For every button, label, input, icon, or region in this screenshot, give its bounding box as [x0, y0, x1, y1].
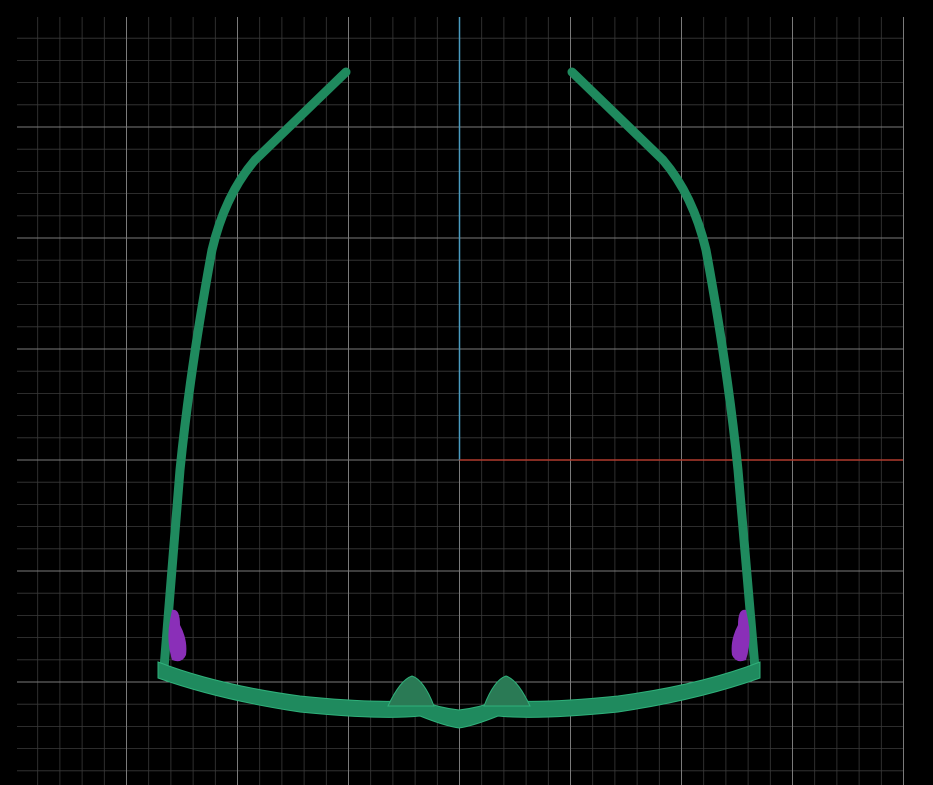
right-nose-pad[interactable] — [483, 675, 531, 707]
3d-viewport[interactable] — [0, 0, 933, 785]
left-temple-arm[interactable] — [159, 67, 351, 673]
right-temple-arm[interactable] — [567, 67, 760, 673]
left-nose-pad[interactable] — [387, 675, 435, 707]
right-hinge[interactable] — [731, 609, 750, 662]
viewport-canvas[interactable] — [0, 0, 933, 785]
left-hinge[interactable] — [168, 609, 187, 662]
